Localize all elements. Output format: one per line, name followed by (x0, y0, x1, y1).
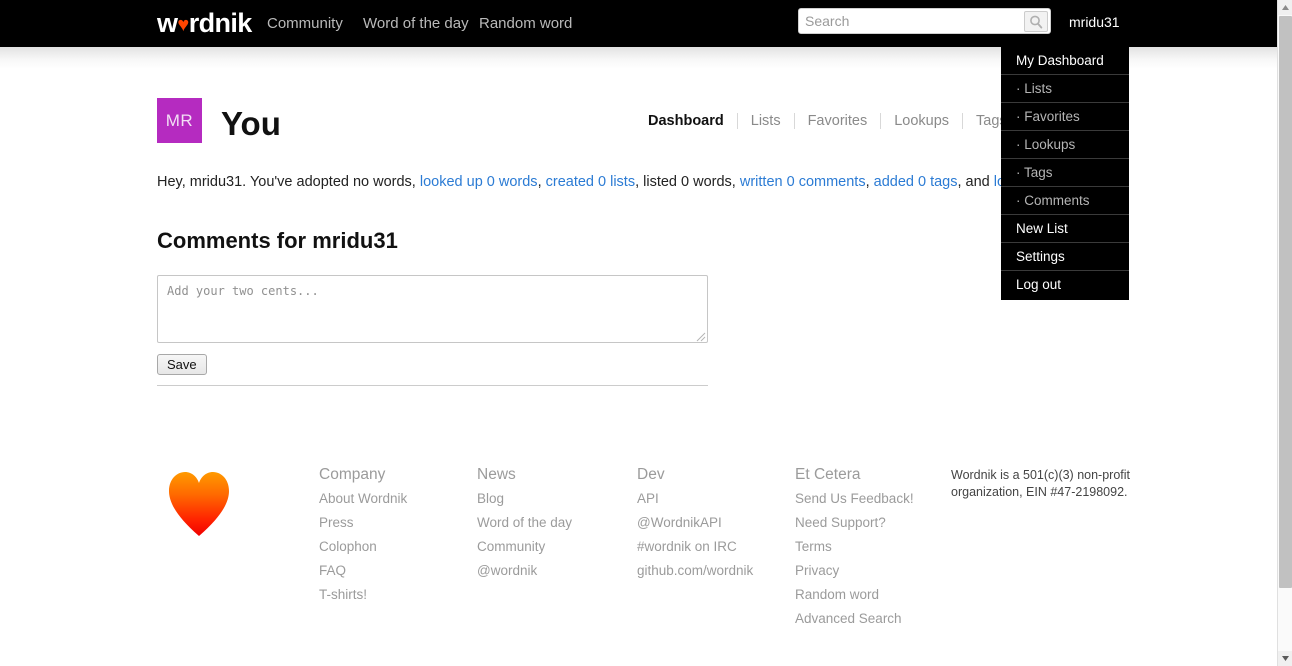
menu-item-settings[interactable]: Settings (1001, 243, 1129, 271)
footer-column-title: Et Cetera (795, 466, 861, 483)
footer-link-word-of-the-day[interactable]: Word of the day (477, 515, 572, 531)
footer-link-tshirts[interactable]: T-shirts! (319, 587, 407, 603)
footer-link-wordnik-on-irc[interactable]: #wordnik on IRC (637, 539, 753, 555)
search-button[interactable] (1024, 11, 1048, 32)
nav-link-community[interactable]: Community (267, 15, 343, 33)
nav-link-random-word[interactable]: Random word (479, 15, 572, 33)
heart-icon: ♥ (177, 14, 189, 36)
footer-heart-logo-icon (169, 472, 229, 536)
scroll-up-arrow-icon[interactable] (1278, 0, 1292, 15)
stats-sep-2: , listed 0 words, (635, 174, 740, 190)
footer-link-terms[interactable]: Terms (795, 539, 914, 555)
footer-link-at-wordnikapi[interactable]: @WordnikAPI (637, 515, 753, 531)
search-input[interactable] (799, 9, 1024, 33)
section-divider (157, 385, 708, 386)
stats-link-lookups[interactable]: looked up 0 words (420, 174, 538, 190)
footer-link-github[interactable]: github.com/wordnik (637, 563, 753, 579)
chevron-down-icon (1282, 656, 1289, 661)
footer-link-about-wordnik[interactable]: About Wordnik (319, 491, 407, 507)
save-comment-button[interactable]: Save (157, 354, 207, 375)
menu-item-favorites[interactable]: · Favorites (1001, 103, 1129, 131)
menu-item-log-out[interactable]: Log out (1001, 271, 1129, 299)
tab-lists[interactable]: Lists (738, 113, 795, 129)
stats-link-tags[interactable]: added 0 tags (874, 174, 958, 190)
search-bar (798, 8, 1051, 34)
username-menu-trigger[interactable]: mridu31 (1069, 14, 1120, 31)
menu-item-new-list[interactable]: New List (1001, 215, 1129, 243)
chevron-up-icon (1282, 5, 1289, 10)
stats-sep-3: , (865, 174, 874, 190)
nonprofit-notice: Wordnik is a 501(c)(3) non-profit organi… (951, 468, 1131, 499)
tab-dashboard[interactable]: Dashboard (648, 113, 738, 129)
stats-link-comments[interactable]: written 0 comments (740, 174, 866, 190)
footer-link-random-word[interactable]: Random word (795, 587, 914, 603)
avatar: MR (157, 98, 202, 143)
page-root: w♥rdnik Community Word of the day Random… (0, 0, 1292, 666)
footer-link-at-wordnik[interactable]: @wordnik (477, 563, 572, 579)
footer-column-company: Company About Wordnik Press Colophon FAQ… (319, 466, 407, 611)
page-title: You (221, 105, 281, 142)
nav-link-word-of-the-day[interactable]: Word of the day (363, 15, 469, 33)
footer-link-privacy[interactable]: Privacy (795, 563, 914, 579)
footer-link-press[interactable]: Press (319, 515, 407, 531)
comments-heading: Comments for mridu31 (157, 228, 398, 253)
footer-link-community[interactable]: Community (477, 539, 572, 555)
footer-column-et-cetera: Et Cetera Send Us Feedback! Need Support… (795, 466, 914, 635)
stats-sep-4: , and (957, 174, 994, 190)
footer-column-title: News (477, 466, 516, 483)
vertical-scrollbar[interactable] (1277, 0, 1292, 666)
scroll-down-arrow-icon[interactable] (1278, 651, 1292, 666)
stats-sep-1: , (537, 174, 546, 190)
comment-textarea[interactable] (157, 275, 708, 343)
footer-column-dev: Dev API @WordnikAPI #wordnik on IRC gith… (637, 466, 753, 587)
footer-link-blog[interactable]: Blog (477, 491, 572, 507)
menu-item-lists[interactable]: · Lists (1001, 75, 1129, 103)
page-viewport: w♥rdnik Community Word of the day Random… (0, 0, 1277, 666)
footer-link-send-us-feedback[interactable]: Send Us Feedback! (795, 491, 914, 507)
footer-link-need-support[interactable]: Need Support? (795, 515, 914, 531)
menu-item-tags[interactable]: · Tags (1001, 159, 1129, 187)
search-icon (1030, 15, 1043, 29)
stats-greeting: Hey, mridu31. You've adopted no words, (157, 174, 420, 190)
tab-lookups[interactable]: Lookups (881, 113, 964, 129)
footer-column-news: News Blog Word of the day Community @wor… (477, 466, 572, 587)
menu-item-my-dashboard[interactable]: My Dashboard (1001, 47, 1129, 75)
user-dropdown-menu: My Dashboard · Lists · Favorites · Looku… (1001, 47, 1129, 300)
footer-column-title: Company (319, 466, 386, 483)
user-stats-line: Hey, mridu31. You've adopted no words, l… (157, 172, 1083, 192)
wordnik-logo[interactable]: w♥rdnik (157, 10, 252, 40)
footer-column-title: Dev (637, 466, 665, 483)
footer-link-api[interactable]: API (637, 491, 753, 507)
scrollbar-thumb[interactable] (1279, 16, 1292, 588)
logo-text-before: w (157, 8, 178, 38)
stats-link-lists[interactable]: created 0 lists (546, 174, 635, 190)
footer-link-advanced-search[interactable]: Advanced Search (795, 611, 914, 627)
tab-favorites[interactable]: Favorites (795, 113, 882, 129)
footer-link-colophon[interactable]: Colophon (319, 539, 407, 555)
menu-item-lookups[interactable]: · Lookups (1001, 131, 1129, 159)
logo-text-after: rdnik (188, 8, 253, 38)
footer-link-faq[interactable]: FAQ (319, 563, 407, 579)
menu-item-comments[interactable]: · Comments (1001, 187, 1129, 215)
